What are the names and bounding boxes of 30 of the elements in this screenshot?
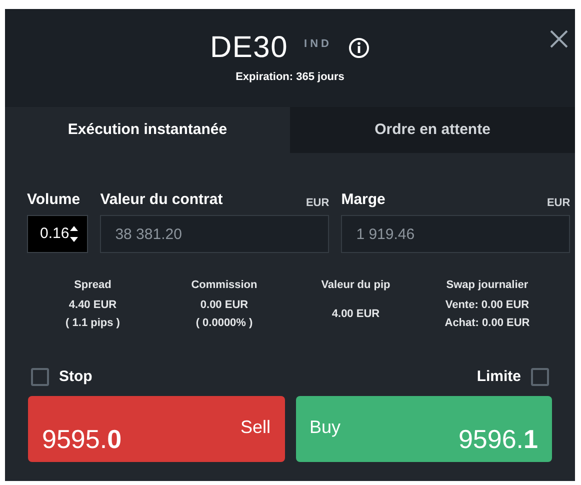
- tab[interactable]: Ordre en attente: [290, 107, 575, 153]
- checkbox[interactable]: [31, 368, 49, 386]
- stat-value: Achat: 0.00 EUR: [444, 316, 530, 330]
- stat-label: Valeur du pip: [321, 278, 390, 293]
- checkbox-label: Stop: [59, 366, 92, 386]
- unit-label: EUR: [306, 196, 330, 210]
- stat-value: ( 0.0000% ): [196, 316, 253, 330]
- readonly-field[interactable]: 1 919.46: [341, 215, 570, 253]
- stat-value: Vente: 0.00 EUR: [445, 298, 530, 312]
- readonly-field[interactable]: 38 381.20: [100, 215, 330, 253]
- instrument-symbol: DE30: [210, 33, 288, 63]
- field-label: Valeur du contrat: [100, 190, 223, 210]
- stat-value: ( 1.1 pips ): [66, 316, 120, 330]
- expiration-text: Expiration: 365 jours: [236, 70, 344, 85]
- info-icon[interactable]: [348, 37, 370, 59]
- checkbox[interactable]: [531, 368, 549, 386]
- stat-value: 4.40 EUR: [68, 298, 117, 312]
- stat-label: Commission: [191, 278, 258, 293]
- stat-value: 0.00 EUR: [200, 298, 248, 312]
- field-label: Marge: [341, 190, 386, 210]
- close-icon[interactable]: [549, 29, 569, 49]
- unit-label: EUR: [546, 196, 570, 210]
- volume-spinner[interactable]: 0.16: [27, 215, 88, 253]
- field-label: Volume: [27, 190, 80, 210]
- sell-button[interactable]: 9595.0 Sell: [28, 396, 284, 462]
- stat-value: 4.00 EUR: [332, 306, 380, 322]
- stat-label: Swap journalier: [446, 278, 528, 293]
- stat-label: Spread: [74, 278, 112, 293]
- checkbox-label: Limite: [476, 366, 521, 386]
- category-label: IND: [304, 36, 332, 52]
